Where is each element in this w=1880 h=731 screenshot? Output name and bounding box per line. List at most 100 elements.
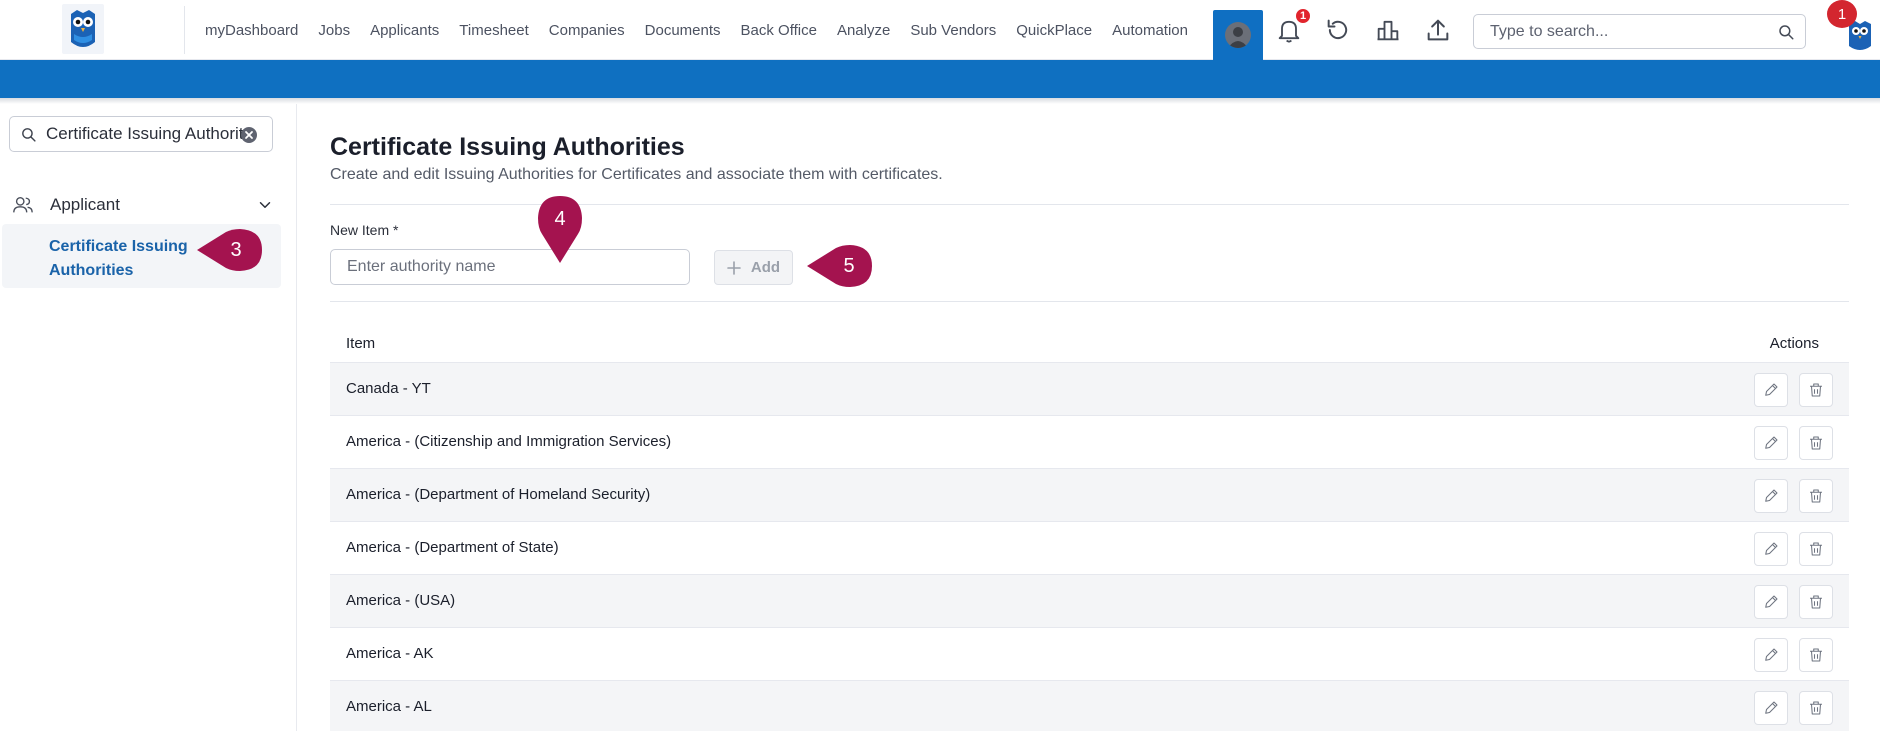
authority-name-input[interactable] — [330, 249, 690, 285]
table-row: America - (Department of Homeland Securi… — [330, 468, 1849, 521]
table-header: Item Actions — [330, 330, 1849, 362]
global-search — [1473, 14, 1806, 49]
sidebar-group-label: Applicant — [50, 195, 120, 214]
avatar — [1225, 22, 1251, 48]
edit-button[interactable] — [1754, 479, 1788, 513]
tour-step-number: 5 — [843, 254, 855, 277]
pencil-icon — [1765, 436, 1778, 449]
notification-badge: 1 — [1295, 8, 1311, 24]
tour-step-marker-4[interactable]: 4 — [538, 196, 582, 264]
table-row: America - AK — [330, 627, 1849, 680]
close-icon — [245, 131, 253, 139]
search-icon[interactable] — [1777, 23, 1795, 41]
row-item-name: Canada - YT — [346, 380, 431, 397]
trash-icon — [1810, 383, 1822, 397]
search-icon — [22, 128, 36, 142]
pencil-icon — [1765, 489, 1778, 502]
nav-analyze[interactable]: Analyze — [837, 22, 890, 39]
trash-icon — [1810, 489, 1822, 503]
plus-icon — [727, 260, 741, 275]
sidebar-group-applicant[interactable]: Applicant — [12, 190, 274, 220]
tour-step-number: 3 — [230, 238, 242, 261]
upload-icon[interactable] — [1424, 16, 1452, 44]
row-item-name: America - AL — [346, 698, 432, 715]
edit-button[interactable] — [1754, 373, 1788, 407]
table-row: America - (Department of State) — [330, 521, 1849, 574]
settings-sidebar: Applicant Certificate Issuing Authoritie… — [0, 104, 297, 731]
delete-button[interactable] — [1799, 532, 1833, 566]
sidebar-item-label: Certificate Issuing Authorities — [49, 238, 188, 279]
pointer-left-icon — [807, 245, 872, 287]
edit-button[interactable] — [1754, 426, 1788, 460]
page-title: Certificate Issuing Authorities — [330, 133, 685, 161]
edit-button[interactable] — [1754, 532, 1788, 566]
tour-step-marker-1[interactable]: 1 — [1827, 0, 1857, 28]
table-row: America - (USA) — [330, 574, 1849, 627]
authorities-table: Canada - YT America - (Citizenship and I… — [330, 362, 1849, 731]
users-icon — [13, 196, 33, 213]
delete-button[interactable] — [1799, 691, 1833, 725]
delete-button[interactable] — [1799, 638, 1833, 672]
row-item-name: America - (Citizenship and Immigration S… — [346, 433, 672, 450]
nav-mydashboard[interactable]: myDashboard — [205, 22, 298, 39]
nav-divider — [184, 6, 185, 54]
global-search-input[interactable] — [1474, 22, 1764, 41]
trash-icon — [1810, 595, 1822, 609]
delete-button[interactable] — [1799, 426, 1833, 460]
divider — [330, 301, 1849, 302]
user-silhouette-icon — [1228, 27, 1248, 48]
app-logo[interactable] — [62, 4, 104, 54]
row-item-name: America - AK — [346, 645, 434, 662]
trash-icon — [1810, 648, 1822, 662]
page-subtitle: Create and edit Issuing Authorities for … — [330, 166, 943, 183]
nav-timesheet[interactable]: Timesheet — [459, 22, 528, 39]
bar-chart-icon[interactable] — [1374, 16, 1402, 44]
row-item-name: America - (Department of Homeland Securi… — [346, 486, 651, 503]
pencil-icon — [1765, 595, 1778, 608]
table-row: America - AL — [330, 680, 1849, 731]
chevron-down-icon — [259, 202, 271, 208]
delete-button[interactable] — [1799, 585, 1833, 619]
tour-step-marker-5[interactable]: 5 — [806, 245, 874, 287]
pencil-icon — [1765, 383, 1778, 396]
header-blue-band — [0, 60, 1880, 98]
sidebar-search — [9, 116, 273, 152]
add-button[interactable]: Add — [714, 250, 793, 285]
nav-companies[interactable]: Companies — [549, 22, 625, 39]
edit-button[interactable] — [1754, 585, 1788, 619]
owl-logo-icon — [71, 10, 95, 47]
nav-sub-vendors[interactable]: Sub Vendors — [910, 22, 996, 39]
nav-quickplace[interactable]: QuickPlace — [1016, 22, 1092, 39]
history-icon[interactable] — [1324, 16, 1352, 44]
nav-jobs[interactable]: Jobs — [318, 22, 350, 39]
user-avatar-button[interactable] — [1213, 10, 1263, 60]
edit-button[interactable] — [1754, 638, 1788, 672]
tour-step-marker-3[interactable]: 3 — [196, 229, 264, 271]
delete-button[interactable] — [1799, 479, 1833, 513]
table-row: Canada - YT — [330, 362, 1849, 415]
trash-icon — [1810, 701, 1822, 715]
table-row: America - (Citizenship and Immigration S… — [330, 415, 1849, 468]
main-nav: myDashboard Jobs Applicants Timesheet Co… — [205, 0, 1208, 60]
edit-button[interactable] — [1754, 691, 1788, 725]
nav-documents[interactable]: Documents — [645, 22, 721, 39]
column-header-item: Item — [346, 335, 376, 352]
trash-icon — [1810, 542, 1822, 556]
pencil-icon — [1765, 542, 1778, 555]
pencil-icon — [1765, 701, 1778, 714]
row-item-name: America - (Department of State) — [346, 539, 559, 556]
nav-back-office[interactable]: Back Office — [741, 22, 817, 39]
nav-automation[interactable]: Automation — [1112, 22, 1188, 39]
top-navigation-bar: myDashboard Jobs Applicants Timesheet Co… — [0, 0, 1880, 60]
tour-step-number: 4 — [554, 207, 566, 230]
sidebar-search-input[interactable] — [46, 124, 244, 144]
column-header-actions: Actions — [1769, 335, 1819, 352]
add-button-label: Add — [750, 259, 781, 276]
row-item-name: America - (USA) — [346, 592, 456, 609]
trash-icon — [1810, 436, 1822, 450]
pencil-icon — [1765, 648, 1778, 661]
new-item-label: New Item * — [330, 222, 399, 238]
nav-applicants[interactable]: Applicants — [370, 22, 439, 39]
delete-button[interactable] — [1799, 373, 1833, 407]
clear-search-icon[interactable] — [241, 127, 257, 143]
